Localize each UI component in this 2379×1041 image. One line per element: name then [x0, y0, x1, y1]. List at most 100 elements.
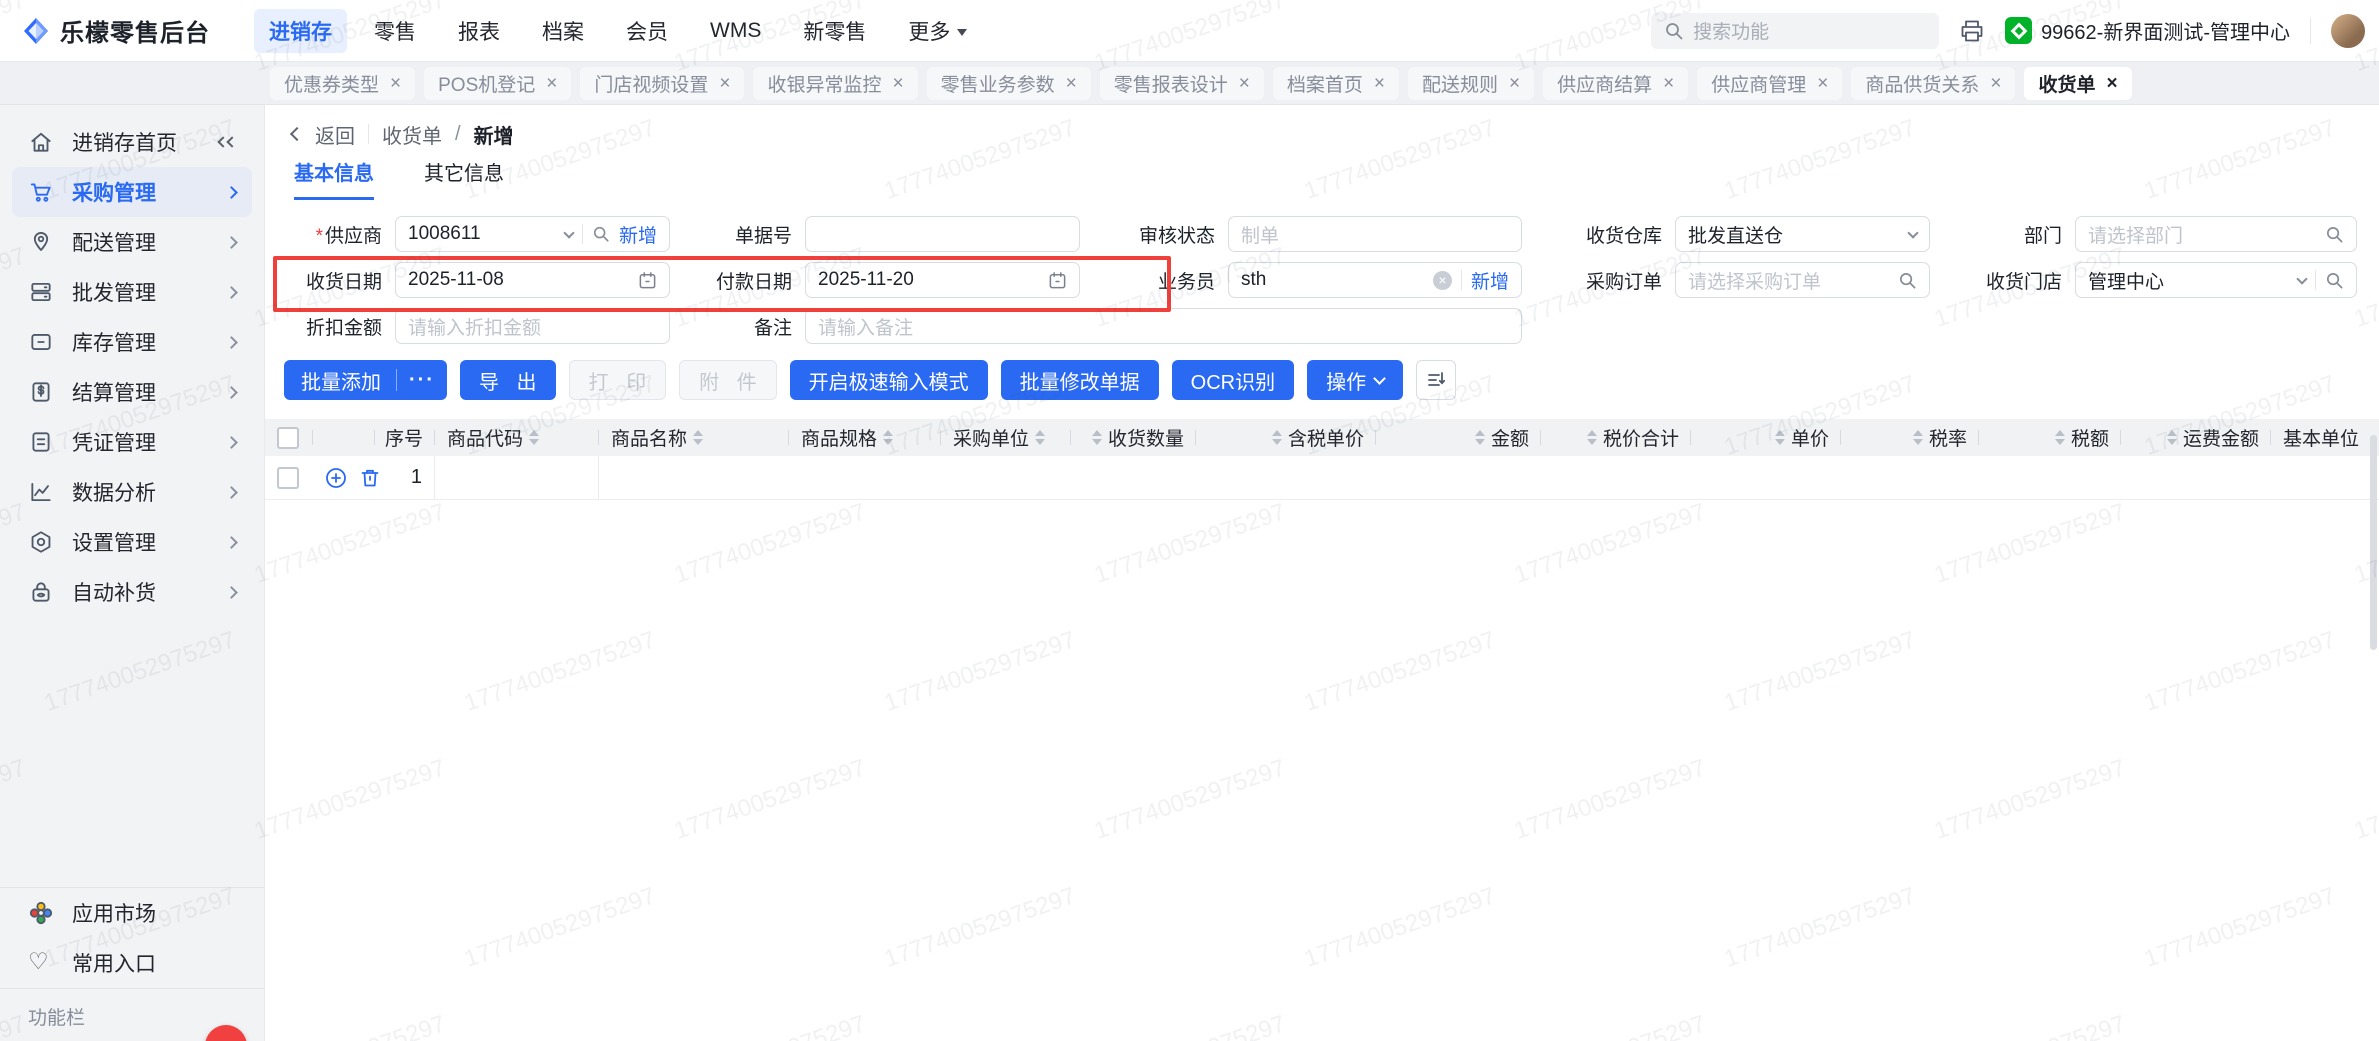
clear-icon[interactable] [1432, 270, 1452, 290]
sort-icon[interactable] [1586, 430, 1597, 445]
breadcrumb-parent[interactable]: 收货单 [382, 120, 442, 149]
row-checkbox[interactable] [277, 466, 299, 489]
menu-item-reports[interactable]: 报表 [443, 9, 515, 53]
sidebar-item-analytics[interactable]: 数据分析 [12, 467, 252, 517]
sidebar-collapse-button[interactable] [217, 136, 238, 148]
sort-icon[interactable] [529, 430, 540, 445]
calendar-icon[interactable] [1048, 271, 1067, 290]
department-picker[interactable]: 请选择部门 [2075, 216, 2357, 252]
sort-icon[interactable] [1912, 430, 1923, 445]
sidebar-item-inventory[interactable]: 库存管理 [12, 317, 252, 367]
row-product-name[interactable] [599, 456, 789, 499]
tab-cashier-monitor[interactable]: 收银异常监控 [753, 66, 918, 100]
batch-add-button[interactable]: 批量添加 ··· [284, 360, 447, 400]
close-icon[interactable] [1817, 74, 1828, 93]
sidebar-item-favorites[interactable]: 常用入口 [12, 938, 252, 988]
menu-item-archives[interactable]: 档案 [527, 9, 599, 53]
search-icon[interactable] [592, 225, 610, 243]
row-purchase-unit[interactable] [941, 456, 1071, 499]
row-freight[interactable] [2121, 456, 2271, 499]
pay-date-input[interactable]: 2025-11-20 [805, 262, 1080, 298]
close-icon[interactable] [546, 74, 557, 93]
tab-report-design[interactable]: 零售报表设计 [1099, 66, 1264, 100]
discount-input[interactable]: 请输入折扣金额 [395, 308, 670, 344]
scrollbar[interactable] [2370, 435, 2377, 650]
row-base-unit[interactable] [2271, 456, 2379, 499]
doc-no-input[interactable] [805, 216, 1080, 252]
menu-item-new-retail[interactable]: 新零售 [788, 9, 881, 53]
sort-icon[interactable] [1774, 430, 1785, 445]
close-icon[interactable] [1066, 74, 1077, 93]
search-icon[interactable] [2325, 271, 2344, 290]
col-tax-rate[interactable]: 税率 [1841, 419, 1979, 456]
more-options-icon[interactable]: ··· [397, 369, 447, 392]
purchase-order-picker[interactable]: 请选择采购订单 [1675, 262, 1930, 298]
receive-date-input[interactable]: 2025-11-08 [395, 262, 670, 298]
row-tax-total[interactable] [1541, 456, 1691, 499]
tab-store-video[interactable]: 门店视频设置 [580, 66, 745, 100]
col-tax-amount[interactable]: 税额 [1979, 419, 2121, 456]
sort-icon[interactable] [2166, 430, 2177, 445]
global-search-input[interactable]: 搜索功能 [1651, 12, 1940, 49]
tab-receipt-note[interactable]: 收货单 [2024, 66, 2132, 100]
sidebar-item-settlement[interactable]: 结算管理 [12, 367, 252, 417]
sort-icon[interactable] [1271, 430, 1282, 445]
sort-icon[interactable] [1091, 430, 1102, 445]
action-dropdown-button[interactable]: 操作 [1307, 360, 1404, 400]
sort-icon[interactable] [693, 430, 704, 445]
sidebar-item-settings[interactable]: 设置管理 [12, 517, 252, 567]
warehouse-select[interactable]: 批发直送仓 [1675, 216, 1930, 252]
col-product-code[interactable]: 商品代码 [435, 419, 599, 456]
plus-circle-icon[interactable] [325, 467, 347, 489]
close-icon[interactable] [390, 74, 401, 93]
col-amount[interactable]: 金额 [1376, 419, 1541, 456]
sidebar-item-delivery[interactable]: 配送管理 [12, 217, 252, 267]
menu-item-retail[interactable]: 零售 [359, 9, 431, 53]
remark-input[interactable]: 请输入备注 [805, 308, 1522, 344]
tab-retail-params[interactable]: 零售业务参数 [926, 66, 1091, 100]
search-icon[interactable] [2325, 225, 2344, 244]
menu-item-wms[interactable]: WMS [695, 12, 776, 50]
sidebar-item-purchase[interactable]: 采购管理 [12, 167, 252, 217]
sidebar-item-replenish[interactable]: 自动补货 [12, 567, 252, 617]
close-icon[interactable] [893, 74, 904, 93]
tab-pos-register[interactable]: POS机登记 [424, 66, 572, 100]
close-icon[interactable] [1663, 74, 1674, 93]
sort-icon[interactable] [1474, 430, 1485, 445]
row-tax-rate[interactable] [1841, 456, 1979, 499]
close-icon[interactable] [1239, 74, 1250, 93]
row-receive-qty[interactable] [1071, 456, 1196, 499]
tenant-switcher[interactable]: 99662-新界面测试-管理中心 [2005, 16, 2290, 45]
calendar-icon[interactable] [638, 271, 657, 290]
col-tax-total[interactable]: 税价合计 [1541, 419, 1691, 456]
close-icon[interactable] [1990, 74, 2001, 93]
menu-item-members[interactable]: 会员 [611, 9, 683, 53]
back-button[interactable]: 返回 [315, 120, 355, 149]
menu-item-inventory[interactable]: 进销存 [254, 8, 347, 53]
ocr-button[interactable]: OCR识别 [1171, 360, 1295, 400]
tab-supplier-mgmt[interactable]: 供应商管理 [1697, 66, 1843, 100]
col-purchase-unit[interactable]: 采购单位 [941, 419, 1071, 456]
close-icon[interactable] [719, 74, 730, 93]
receive-store-select[interactable]: 管理中心 [2075, 262, 2357, 298]
printer-icon[interactable] [1959, 18, 1985, 44]
column-settings-button[interactable] [1416, 360, 1457, 400]
salesman-add-button[interactable]: 新增 [1471, 267, 1509, 294]
select-all-checkbox[interactable] [277, 426, 299, 449]
sort-icon[interactable] [1035, 430, 1046, 445]
supplier-add-button[interactable]: 新增 [619, 221, 657, 248]
tab-basic-info[interactable]: 基本信息 [294, 157, 374, 200]
col-unit-price[interactable]: 单价 [1691, 419, 1841, 456]
close-icon[interactable] [1509, 74, 1520, 93]
row-product-code[interactable] [435, 456, 599, 499]
sidebar-item-home[interactable]: 进销存首页 [12, 117, 252, 167]
salesman-input[interactable]: sth 新增 [1228, 262, 1522, 298]
sidebar-item-app-market[interactable]: 应用市场 [12, 888, 252, 938]
tab-supply-relation[interactable]: 商品供货关系 [1851, 66, 2016, 100]
col-product-name[interactable]: 商品名称 [599, 419, 789, 456]
sort-icon[interactable] [883, 430, 894, 445]
tab-other-info[interactable]: 其它信息 [424, 157, 504, 200]
supplier-select[interactable]: 1008611 新增 [395, 216, 670, 252]
sort-icon[interactable] [2054, 430, 2065, 445]
menu-item-more[interactable]: 更多 [893, 9, 982, 53]
